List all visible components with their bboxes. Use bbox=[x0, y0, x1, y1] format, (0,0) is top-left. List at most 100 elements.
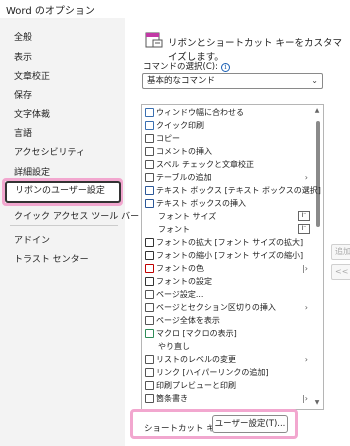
submenu-arrow-icon: |› bbox=[302, 264, 308, 273]
sidebar-item-addins[interactable]: アドイン bbox=[14, 233, 50, 246]
submenu-arrow-icon: › bbox=[304, 355, 308, 364]
command-list-item[interactable]: ページ設定... bbox=[142, 288, 312, 301]
command-list-item[interactable]: スペル チェックと文章校正 bbox=[142, 158, 312, 171]
command-label: フォントの拡大 [フォント サイズの拡大] bbox=[156, 238, 304, 247]
remove-button[interactable]: << bbox=[331, 264, 350, 280]
scrollbar-thumb[interactable] bbox=[316, 121, 320, 227]
command-list-item[interactable]: フォント I⁻ bbox=[142, 223, 312, 236]
command-list-item[interactable]: クイック印刷 bbox=[142, 119, 312, 132]
command-list-item[interactable]: マクロ [マクロの表示] bbox=[142, 327, 312, 340]
command-list-item[interactable]: ページとセクション区切りの挿入 › bbox=[142, 301, 312, 314]
command-list-item[interactable]: フォント サイズ I⁻ bbox=[142, 210, 312, 223]
command-label: マクロ [マクロの表示] bbox=[156, 329, 237, 338]
command-label: コメントの挿入 bbox=[156, 147, 212, 156]
command-label: フォント サイズ bbox=[158, 212, 217, 221]
textbox-icon bbox=[145, 199, 154, 208]
command-list-item[interactable]: ウィンドウ幅に合わせる bbox=[142, 106, 312, 119]
submenu-arrow-icon: › bbox=[304, 173, 308, 182]
sidebar-divider bbox=[10, 225, 118, 226]
link-icon bbox=[145, 368, 154, 377]
font-shrink-icon bbox=[145, 251, 154, 260]
sidebar-item-typography[interactable]: 文字体裁 bbox=[14, 107, 50, 120]
sidebar-item-proofing[interactable]: 文章校正 bbox=[14, 69, 50, 82]
sidebar-item-customize-ribbon[interactable]: リボンのユーザー設定 bbox=[5, 181, 121, 203]
command-list-item[interactable]: リンク [ハイパーリンクの追加] bbox=[142, 366, 312, 379]
sidebar-item-language[interactable]: 言語 bbox=[14, 126, 32, 139]
sidebar-item-quick-access-toolbar[interactable]: クイック アクセス ツール バー bbox=[14, 209, 139, 222]
command-label: コピー bbox=[156, 134, 180, 143]
window-title: Word のオプション bbox=[6, 6, 95, 17]
command-select-label: コマンドの選択(C): i bbox=[143, 60, 230, 72]
command-source-dropdown[interactable]: 基本的なコマンド ⌄ bbox=[142, 73, 323, 89]
command-label: フォントの縮小 [フォント サイズの縮小] bbox=[156, 251, 304, 260]
sidebar-item-save[interactable]: 保存 bbox=[14, 88, 32, 101]
command-label: やり直し bbox=[158, 342, 190, 351]
command-label: クイック印刷 bbox=[156, 121, 204, 130]
print-preview-icon bbox=[145, 381, 154, 390]
font-grow-icon bbox=[145, 238, 154, 247]
sidebar-item-trust-center[interactable]: トラスト センター bbox=[14, 252, 89, 265]
command-label: スペル チェックと文章校正 bbox=[156, 160, 254, 169]
field-box-icon: I⁻ bbox=[298, 224, 310, 234]
command-list-item[interactable]: 箇条書き |› bbox=[142, 392, 312, 405]
command-list-item[interactable]: コピー bbox=[142, 132, 312, 145]
page-setup-icon bbox=[145, 290, 154, 299]
scroll-up-arrow[interactable]: ▲ bbox=[313, 107, 321, 115]
customize-shortcut-button[interactable]: ユーザー設定(T)... bbox=[212, 415, 288, 433]
bullets-icon bbox=[145, 394, 154, 403]
command-list-item[interactable]: フォントの縮小 [フォント サイズの縮小] bbox=[142, 249, 312, 262]
copy-icon bbox=[145, 134, 154, 143]
page-heading: リボンとショートカット キーをカスタマイズします。 bbox=[168, 38, 343, 63]
command-label: フォントの色 bbox=[156, 264, 204, 273]
command-label: フォントの設定 bbox=[156, 277, 212, 286]
command-list[interactable]: ▲ ▼ ウィンドウ幅に合わせる クイック印刷 コピーコメントの挿入スペル チェックと… bbox=[141, 104, 324, 410]
command-select-label-text: コマンドの選択(C): bbox=[143, 62, 218, 72]
command-list-item[interactable]: やり直し bbox=[142, 340, 312, 353]
command-list-item[interactable]: コメントの挿入 bbox=[142, 145, 312, 158]
list-level-icon bbox=[145, 355, 154, 364]
whole-page-icon bbox=[145, 316, 154, 325]
macro-icon bbox=[145, 329, 154, 338]
command-label: ページとセクション区切りの挿入 bbox=[156, 303, 276, 312]
command-list-item[interactable]: 印刷プレビューと印刷 bbox=[142, 379, 312, 392]
sidebar-item-accessibility[interactable]: アクセシビリティ bbox=[14, 145, 85, 158]
command-list-item[interactable]: テーブルの追加 › bbox=[142, 171, 312, 184]
field-box-icon: I⁻ bbox=[298, 211, 310, 221]
comment-icon bbox=[145, 147, 154, 156]
textbox-icon bbox=[145, 186, 154, 195]
print-icon bbox=[145, 121, 154, 130]
command-list-item[interactable]: フォントの設定 bbox=[142, 275, 312, 288]
command-list-item[interactable]: テキスト ボックスの挿入 bbox=[142, 197, 312, 210]
command-label: フォント bbox=[158, 225, 190, 234]
command-list-item[interactable]: リストのレベルの変更 › bbox=[142, 353, 312, 366]
options-sidebar bbox=[0, 18, 125, 446]
command-list-item[interactable]: テキスト ボックス [テキスト ボックスの選択] › bbox=[142, 184, 321, 197]
add-button[interactable]: 追加 bbox=[331, 244, 350, 260]
command-label: リンク [ハイパーリンクの追加] bbox=[156, 368, 269, 377]
table-icon bbox=[145, 173, 154, 182]
command-label: ページ全体を表示 bbox=[156, 316, 220, 325]
command-label: リストのレベルの変更 bbox=[156, 355, 236, 364]
scroll-down-arrow[interactable]: ▼ bbox=[313, 399, 321, 407]
submenu-arrow-icon: › bbox=[304, 186, 308, 195]
command-label: ページ設定... bbox=[156, 290, 204, 299]
command-label: ウィンドウ幅に合わせる bbox=[156, 108, 244, 117]
command-label: 箇条書き bbox=[156, 394, 188, 403]
chevron-down-icon: ⌄ bbox=[311, 76, 318, 85]
command-list-item[interactable]: フォントの拡大 [フォント サイズの拡大] bbox=[142, 236, 312, 249]
command-list-item[interactable]: フォントの色 |› bbox=[142, 262, 312, 275]
submenu-arrow-icon: |› bbox=[302, 394, 308, 403]
font-settings-icon bbox=[145, 277, 154, 286]
page-icon bbox=[145, 108, 154, 117]
info-icon[interactable]: i bbox=[220, 63, 230, 72]
page-break-icon bbox=[145, 303, 154, 312]
command-list-item[interactable]: ページ全体を表示 bbox=[142, 314, 312, 327]
sidebar-item-display[interactable]: 表示 bbox=[14, 50, 32, 63]
command-label: 印刷プレビューと印刷 bbox=[156, 381, 236, 390]
command-label: テキスト ボックスの挿入 bbox=[156, 199, 247, 208]
command-label: テーブルの追加 bbox=[156, 173, 212, 182]
submenu-arrow-icon: › bbox=[304, 303, 308, 312]
command-label: テキスト ボックス [テキスト ボックスの選択] bbox=[156, 186, 321, 195]
sidebar-item-advanced[interactable]: 詳細設定 bbox=[14, 165, 50, 178]
sidebar-item-general[interactable]: 全般 bbox=[14, 30, 32, 43]
